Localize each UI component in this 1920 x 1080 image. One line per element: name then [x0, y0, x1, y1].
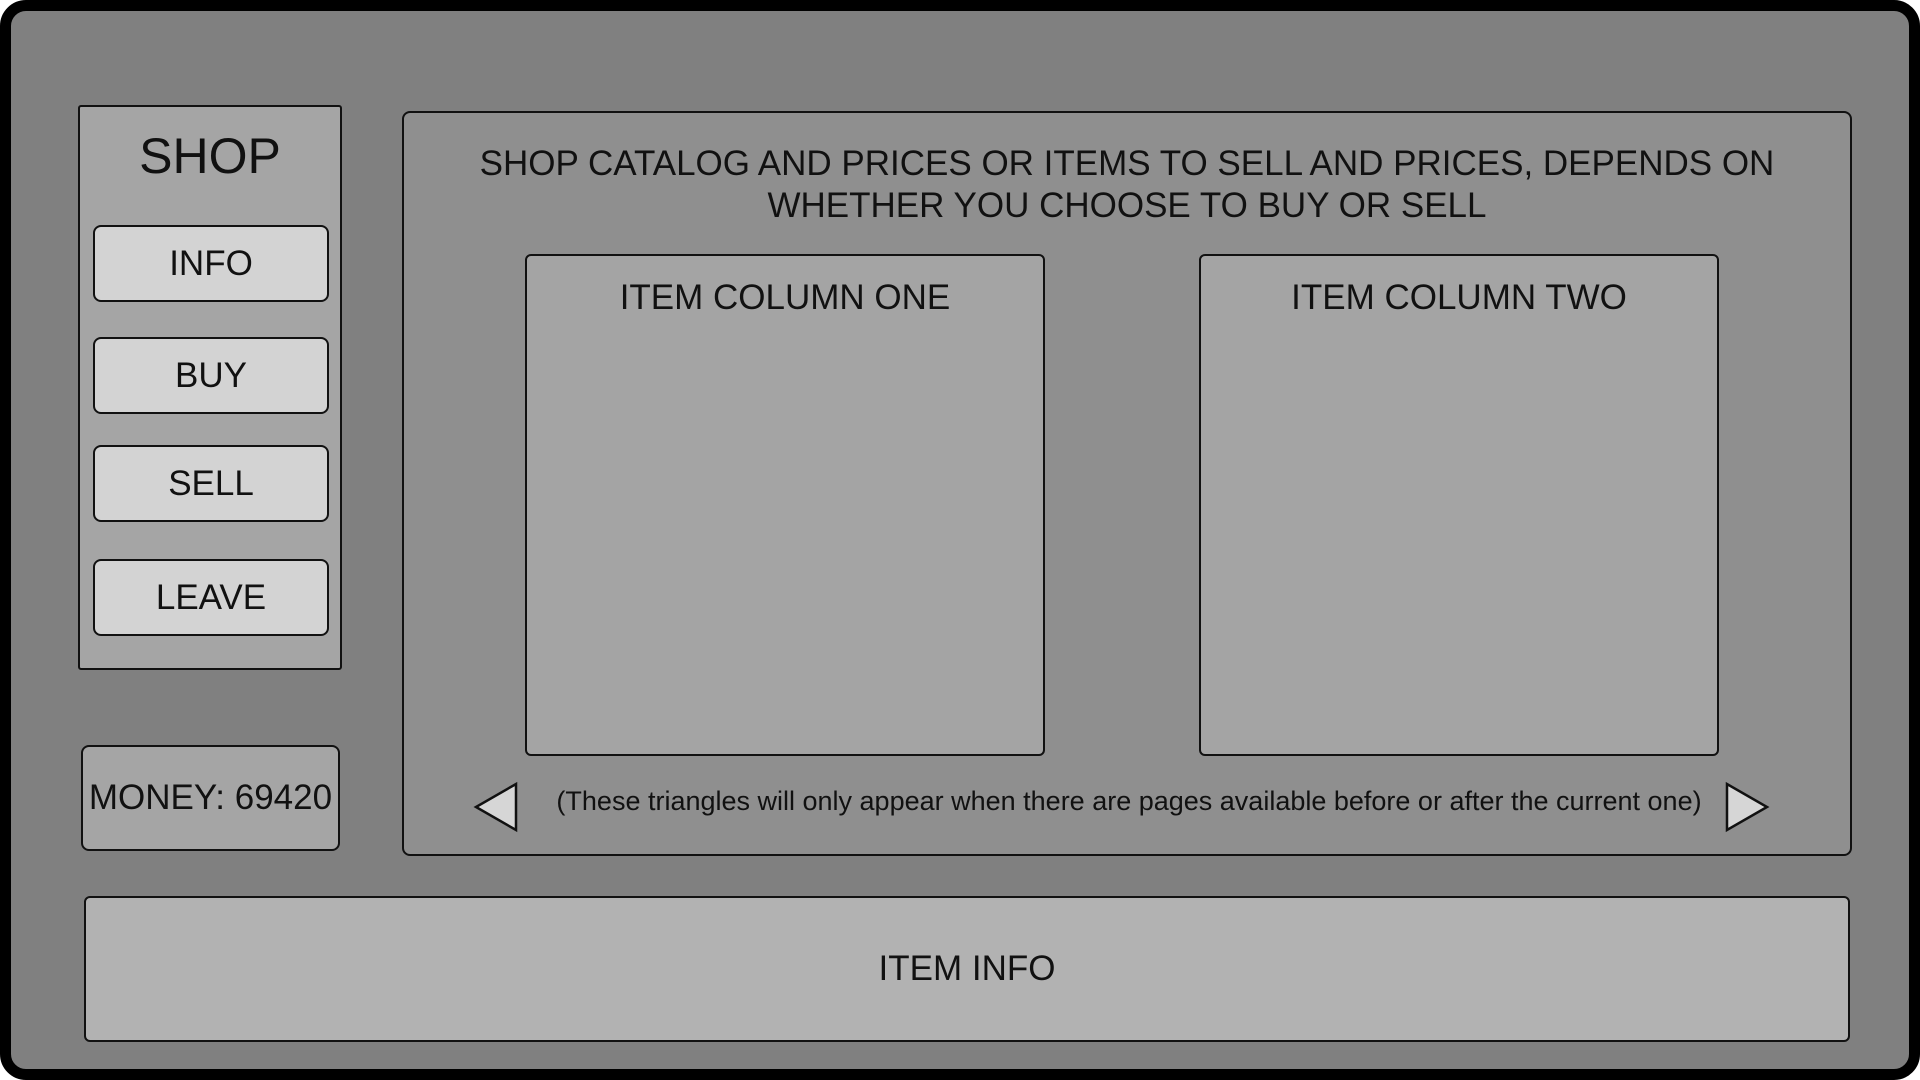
shop-title: SHOP	[139, 128, 281, 184]
catalog-description: SHOP CATALOG AND PRICES OR ITEMS TO SELL…	[404, 143, 1850, 227]
item-column-one-title: ITEM COLUMN ONE	[619, 278, 951, 317]
buy-button[interactable]: BUY	[93, 337, 329, 414]
triangle-left-icon[interactable]	[473, 781, 519, 833]
item-column-two-title: ITEM COLUMN TWO	[1291, 278, 1627, 317]
money-display: MONEY: 69420	[81, 745, 340, 851]
sell-button[interactable]: SELL	[93, 445, 329, 522]
item-column-one[interactable]: ITEM COLUMN ONE	[525, 254, 1045, 756]
item-column-two[interactable]: ITEM COLUMN TWO	[1199, 254, 1719, 756]
shop-menu-panel: SHOP INFO BUY SELL LEAVE	[78, 105, 342, 670]
pager-note: (These triangles will only appear when t…	[556, 786, 1702, 816]
catalog-description-line-2: WHETHER YOU CHOOSE TO BUY OR SELL	[767, 186, 1487, 225]
item-info-panel: ITEM INFO	[84, 896, 1850, 1042]
catalog-description-line-1: SHOP CATALOG AND PRICES OR ITEMS TO SELL…	[479, 144, 1775, 183]
info-button[interactable]: INFO	[93, 225, 329, 302]
game-screen-frame: SHOP INFO BUY SELL LEAVE MONEY: 69420 SH…	[0, 0, 1920, 1080]
triangle-right-icon[interactable]	[1724, 781, 1770, 833]
catalog-panel: SHOP CATALOG AND PRICES OR ITEMS TO SELL…	[402, 111, 1852, 856]
leave-button[interactable]: LEAVE	[93, 559, 329, 636]
